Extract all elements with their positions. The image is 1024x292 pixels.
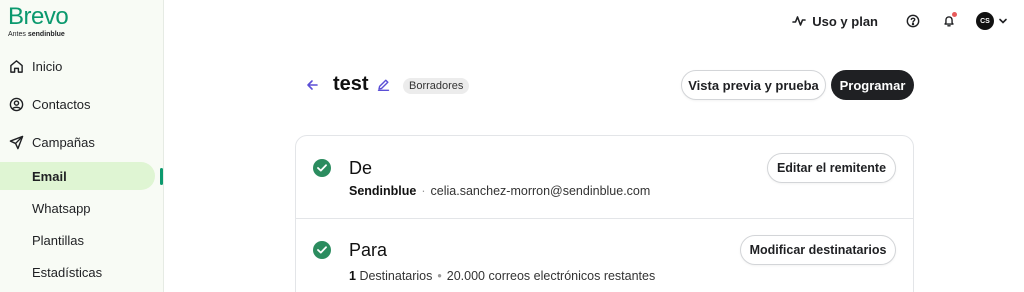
- tagline-prefix: Antes: [8, 31, 26, 38]
- sidebar-item-contactos[interactable]: Contactos: [8, 92, 91, 116]
- sidebar-subitem-whatsapp[interactable]: Whatsapp: [32, 201, 91, 216]
- brevo-logo[interactable]: Brevo Antes sendinblue: [8, 3, 69, 39]
- chevron-down-icon[interactable]: [998, 16, 1008, 26]
- status-badge: Borradores: [403, 78, 470, 94]
- campaign-setup-card: De Sendinblue · celia.sanchez-morron@sendi…: [295, 135, 914, 292]
- notification-dot: [952, 12, 957, 17]
- send-icon: [8, 134, 24, 150]
- logo-tagline: Antes sendinblue: [8, 30, 68, 39]
- section-divider: [296, 218, 913, 219]
- sidebar-item-inicio[interactable]: Inicio: [8, 54, 62, 78]
- notification-bell-icon[interactable]: [940, 12, 958, 30]
- logo-wordmark: Brevo: [8, 3, 69, 30]
- sender-name: Sendinblue: [349, 184, 417, 198]
- sidebar: Brevo Antes sendinblue Inicio Contactos …: [0, 0, 164, 292]
- sidebar-subitem-estadisticas[interactable]: Estadísticas: [32, 265, 102, 280]
- sidebar-subitem-email[interactable]: Email: [0, 162, 155, 190]
- home-icon: [8, 58, 24, 74]
- active-indicator: [160, 168, 163, 185]
- topbar: Uso y plan CS: [792, 10, 1008, 32]
- usage-plan-label: Uso y plan: [812, 13, 878, 29]
- tagline-brand: sendinblue: [27, 31, 65, 38]
- modify-recipients-button[interactable]: Modificar destinatarios: [740, 235, 896, 265]
- edit-pencil-icon[interactable]: [377, 78, 390, 96]
- sidebar-item-label: Campañas: [32, 134, 95, 150]
- usage-plan-link[interactable]: Uso y plan: [792, 14, 878, 29]
- schedule-button[interactable]: Programar: [831, 70, 914, 100]
- check-circle-icon: [313, 241, 331, 259]
- recipients-detail: 1 Destinatarios • 20.000 correos electróni…: [349, 269, 656, 283]
- recipients-label: Destinatarios: [359, 269, 433, 283]
- sidebar-subitem-plantillas[interactable]: Plantillas: [32, 233, 84, 248]
- sidebar-item-campanas[interactable]: Campañas: [8, 130, 95, 154]
- sidebar-item-label: Contactos: [32, 96, 91, 112]
- activity-icon: [792, 16, 807, 26]
- sidebar-item-label: Inicio: [32, 58, 63, 74]
- sender-detail: Sendinblue · celia.sanchez-morron@sendinbl…: [349, 184, 651, 198]
- preview-test-button[interactable]: Vista previa y prueba: [681, 70, 826, 100]
- back-arrow-icon[interactable]: [306, 78, 319, 96]
- recipient-count: 1: [349, 269, 356, 283]
- avatar[interactable]: CS: [976, 12, 994, 30]
- emails-remaining: 20.000 correos electrónicos restantes: [446, 269, 656, 283]
- contacts-icon: [8, 96, 24, 112]
- page-title: test: [333, 73, 369, 95]
- sender-email: celia.sanchez-morron@sendinblue.com: [430, 184, 651, 198]
- help-icon[interactable]: [904, 12, 922, 30]
- section-title-from: De: [349, 158, 373, 178]
- check-circle-icon: [313, 159, 331, 177]
- edit-sender-button[interactable]: Editar el remitente: [767, 153, 896, 183]
- section-title-to: Para: [349, 240, 388, 260]
